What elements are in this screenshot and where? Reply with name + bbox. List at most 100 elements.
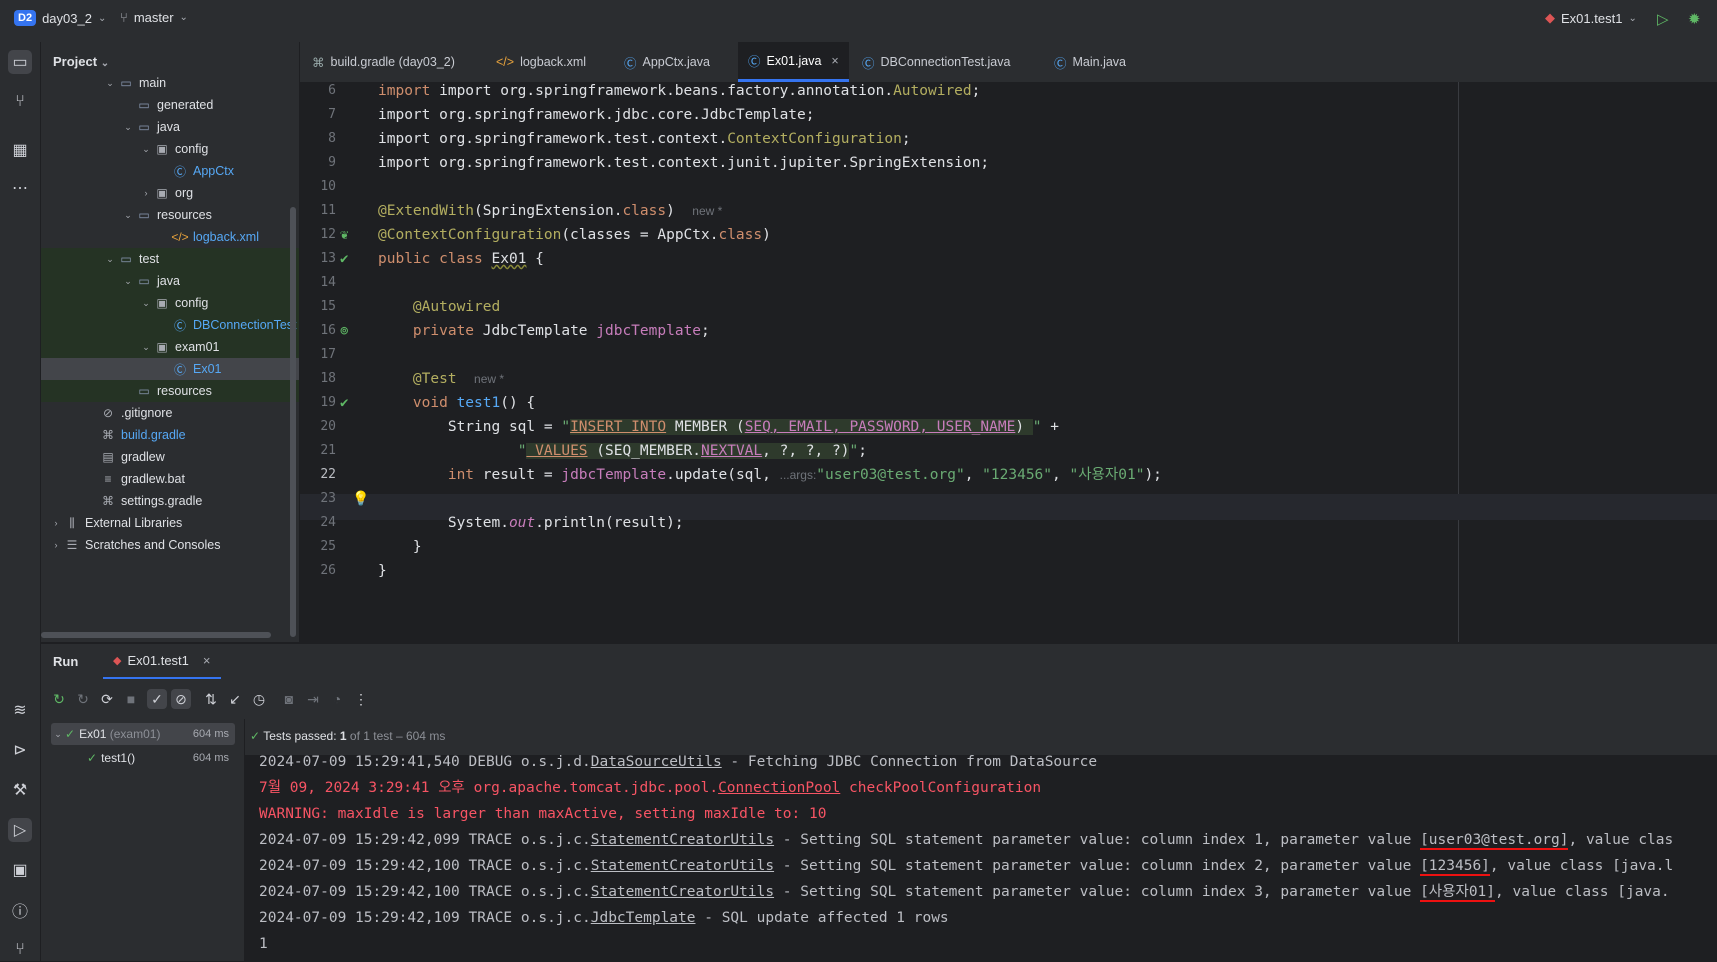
tree-item[interactable]: ▤ gradlew xyxy=(41,446,299,468)
run-test-gutter-icon[interactable]: ✔ xyxy=(340,246,348,272)
tree-item[interactable]: ⌄ ▭ main xyxy=(41,72,299,94)
run-config-tab[interactable]: ◆ Ex01.test1 × xyxy=(103,644,221,680)
package-icon: ▣ xyxy=(156,296,168,310)
branch-name: master xyxy=(133,10,174,25)
test-suite-row[interactable]: ⌄ ✓ Ex01 (exam01) 604 ms xyxy=(51,723,235,745)
run-config-selector[interactable]: ◆ Ex01.test1 ⌄ xyxy=(1545,10,1637,26)
terminal-tool-button[interactable]: ▣ xyxy=(8,858,32,882)
more-tools-button[interactable]: ⋯ xyxy=(8,176,32,200)
git-branch-icon: ⑂ xyxy=(120,10,128,25)
folder-icon: ▭ xyxy=(120,76,132,90)
show-passed-button[interactable]: ✓ xyxy=(147,689,167,709)
check-icon: ✓ xyxy=(151,691,163,707)
tree-item[interactable]: ⌄ ▭ resources xyxy=(41,204,299,226)
spring-bean-icon[interactable]: ❦ xyxy=(340,222,348,248)
chevron-down-icon[interactable]: ⌄ xyxy=(103,254,117,265)
debug-button[interactable]: ✹ xyxy=(1688,10,1701,28)
code-line: 8 import org.springframework.test.context… xyxy=(328,131,911,147)
tree-item[interactable]: ⌄ ▣ config xyxy=(41,138,299,160)
tree-item[interactable]: Ⓒ Ex01 xyxy=(41,358,299,380)
problems-tool-button[interactable]: ⓘ xyxy=(8,898,32,922)
chevron-down-icon[interactable]: ⌄ xyxy=(121,210,135,221)
tree-item-label: resources xyxy=(157,208,212,222)
history-button[interactable]: ◷ xyxy=(249,689,269,709)
tab-main-java[interactable]: Ⓒ Main.java xyxy=(1044,42,1136,82)
tab-logback-xml[interactable]: </> logback.xml xyxy=(486,42,596,82)
chevron-down-icon[interactable]: ⌄ xyxy=(139,298,153,309)
library-icon: ⫼ xyxy=(69,515,75,530)
console-output[interactable]: 2024-07-09 15:29:41,540 DEBUG o.s.j.d.Da… xyxy=(245,719,1717,961)
layers-tool-button[interactable]: ≋ xyxy=(8,698,32,722)
tree-item[interactable]: ▭ generated xyxy=(41,94,299,116)
branch-switcher[interactable]: ⑂ master ⌄ xyxy=(120,10,188,25)
code-line: 11 @ExtendWith(SpringExtension.class) new… xyxy=(320,203,723,219)
build-tool-button[interactable]: ⚒ xyxy=(8,778,32,802)
highlight-annotation: [123456] xyxy=(1420,858,1490,876)
tab-dbconnectiontest-java[interactable]: Ⓒ DBConnectionTest.java xyxy=(852,42,1020,82)
chevron-down-icon[interactable]: ⌄ xyxy=(121,276,135,287)
project-tool-button[interactable]: ▭ xyxy=(8,50,32,74)
project-switcher[interactable]: D2 day03_2 ⌄ xyxy=(14,10,106,26)
tree-item[interactable]: Ⓒ AppCtx xyxy=(41,160,299,182)
run-test-gutter-icon[interactable]: ✔ xyxy=(340,390,348,416)
chevron-down-icon[interactable]: ⌄ xyxy=(103,78,117,89)
code-line: 21 " VALUES (SEQ_MEMBER.NEXTVAL, ?, ?, ?… xyxy=(320,443,867,459)
export-button[interactable]: ⇥ xyxy=(303,689,323,709)
tree-vertical-scrollbar[interactable] xyxy=(290,207,296,637)
toggle-auto-test-button[interactable]: ⟳ xyxy=(97,689,117,709)
import-icon: ↙ xyxy=(229,691,241,707)
tab-appctx-java[interactable]: Ⓒ AppCtx.java xyxy=(614,42,720,82)
tree-item[interactable]: ⌄ ▭ java xyxy=(41,116,299,138)
project-panel-title[interactable]: Project ⌄ xyxy=(53,54,109,69)
close-icon[interactable]: × xyxy=(831,54,838,68)
tree-item-label: generated xyxy=(157,98,214,112)
tree-item[interactable]: ⌄ ▣ exam01 xyxy=(41,336,299,358)
more-options-button[interactable]: ⋮ xyxy=(351,689,371,709)
stop-button[interactable]: ■ xyxy=(121,689,141,709)
code-editor[interactable]: 6 import import org.springframework.beans… xyxy=(300,82,1717,642)
tab-build-gradle[interactable]: ⌘ build.gradle (day03_2) xyxy=(302,42,465,82)
tree-item[interactable]: ⌄ ▭ java xyxy=(41,270,299,292)
tree-item[interactable]: ⌘ build.gradle xyxy=(41,424,299,446)
tree-item[interactable]: › ⫼ External Libraries xyxy=(41,512,299,534)
services-tool-button[interactable]: ⊳ xyxy=(8,738,32,762)
folder-icon: ▭ xyxy=(12,54,28,71)
structure-tool-button[interactable]: ▦ xyxy=(8,138,32,162)
tree-item[interactable]: ⊘ .gitignore xyxy=(41,402,299,424)
rerun-failed-button[interactable]: ↻ xyxy=(73,689,93,709)
run-config-name: Ex01.test1 xyxy=(1561,10,1623,26)
tree-item[interactable]: ⌘ settings.gradle xyxy=(41,490,299,512)
coverage-button[interactable]: ◔ xyxy=(327,689,347,709)
tree-item[interactable]: Ⓒ DBConnectionTest xyxy=(41,314,299,336)
tree-item[interactable]: ▭ resources xyxy=(41,380,299,402)
chevron-down-icon[interactable]: ⌄ xyxy=(139,342,153,353)
show-ignored-button[interactable]: ⊘ xyxy=(171,689,191,709)
chevron-right-icon[interactable]: › xyxy=(139,188,153,198)
tab-ex01-java[interactable]: Ⓒ Ex01.java × xyxy=(738,42,849,82)
test-case-row[interactable]: ✓ test1() 604 ms xyxy=(51,747,235,769)
tree-item[interactable]: ⌄ ▭ test xyxy=(41,248,299,270)
sort-button[interactable]: ⇅ xyxy=(201,689,221,709)
import-tests-button[interactable]: ↙ xyxy=(225,689,245,709)
screenshot-button[interactable]: ◙ xyxy=(279,689,299,709)
lightbulb-icon[interactable]: 💡 xyxy=(352,486,369,512)
git-tool-button[interactable]: ⑂ xyxy=(8,938,32,962)
tree-item[interactable]: </> logback.xml xyxy=(41,226,299,248)
chevron-right-icon[interactable]: › xyxy=(49,518,63,528)
console-line: 1 xyxy=(259,936,268,952)
tree-horizontal-scrollbar[interactable] xyxy=(41,632,271,638)
tree-item[interactable]: ⌄ ▣ config xyxy=(41,292,299,314)
tree-item[interactable]: ≡ gradlew.bat xyxy=(41,468,299,490)
chevron-right-icon[interactable]: › xyxy=(49,540,63,550)
chevron-down-icon[interactable]: ⌄ xyxy=(121,122,135,133)
tree-item[interactable]: › ☰ Scratches and Consoles xyxy=(41,534,299,556)
close-icon[interactable]: × xyxy=(203,653,211,668)
check-icon: ✓ xyxy=(65,727,76,741)
bean-navigation-icon[interactable]: ⊚ xyxy=(340,318,348,344)
rerun-button[interactable]: ↻ xyxy=(49,689,69,709)
chevron-down-icon[interactable]: ⌄ xyxy=(139,144,153,155)
commit-tool-button[interactable]: ⑂ xyxy=(8,90,32,114)
tree-item[interactable]: › ▣ org xyxy=(41,182,299,204)
run-tool-button[interactable]: ▷ xyxy=(8,818,32,842)
run-button[interactable]: ▷ xyxy=(1657,10,1669,28)
